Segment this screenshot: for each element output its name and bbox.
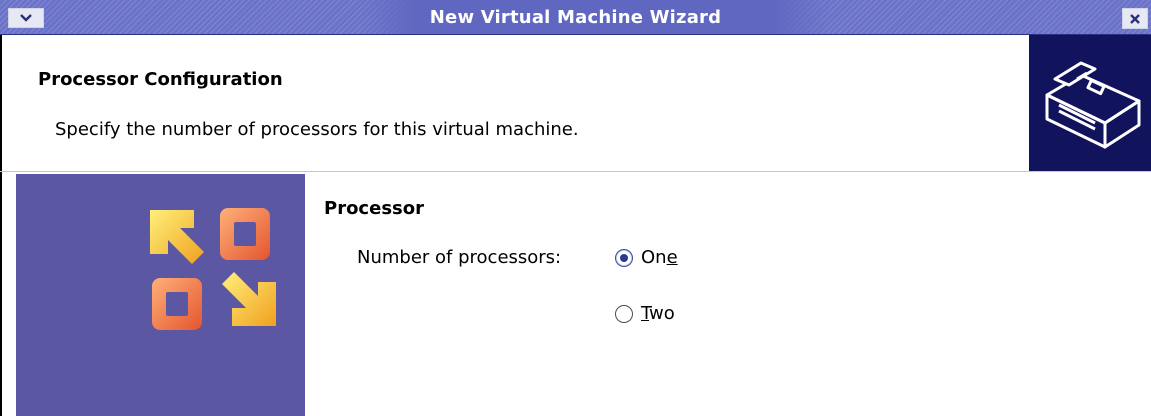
radio-option-one[interactable]: One xyxy=(615,247,678,268)
radio-two-indicator[interactable] xyxy=(615,304,633,323)
vmware-logo-icon xyxy=(150,208,276,330)
window-left-edge xyxy=(0,172,2,416)
radio-one-indicator[interactable] xyxy=(615,248,633,267)
close-icon xyxy=(1130,13,1140,24)
page-subtitle: Specify the number of processors for thi… xyxy=(55,119,579,140)
header-divider xyxy=(0,171,1151,172)
window-title: New Virtual Machine Wizard xyxy=(429,7,722,28)
title-bar[interactable]: New Virtual Machine Wizard xyxy=(0,0,1151,35)
header-graphic xyxy=(1029,35,1151,171)
radio-one-mnemonic: e xyxy=(666,247,678,268)
radio-dot xyxy=(620,253,628,262)
wizard-header: Processor Configuration Specify the numb… xyxy=(0,35,1151,171)
number-of-processors-label: Number of processors: xyxy=(357,247,562,268)
radio-two-text: wo xyxy=(649,303,675,324)
radio-option-two[interactable]: Two xyxy=(615,303,675,324)
radio-one-text: On xyxy=(641,247,667,268)
radio-one-label: One xyxy=(641,247,678,268)
radio-two-mnemonic: T xyxy=(641,303,650,324)
radio-two-label: Two xyxy=(641,303,675,324)
wizard-side-panel xyxy=(16,174,305,416)
page-title: Processor Configuration xyxy=(38,69,283,90)
processor-section-title: Processor xyxy=(324,198,424,219)
close-button[interactable] xyxy=(1122,8,1148,29)
hardware-box-icon xyxy=(1045,61,1141,149)
